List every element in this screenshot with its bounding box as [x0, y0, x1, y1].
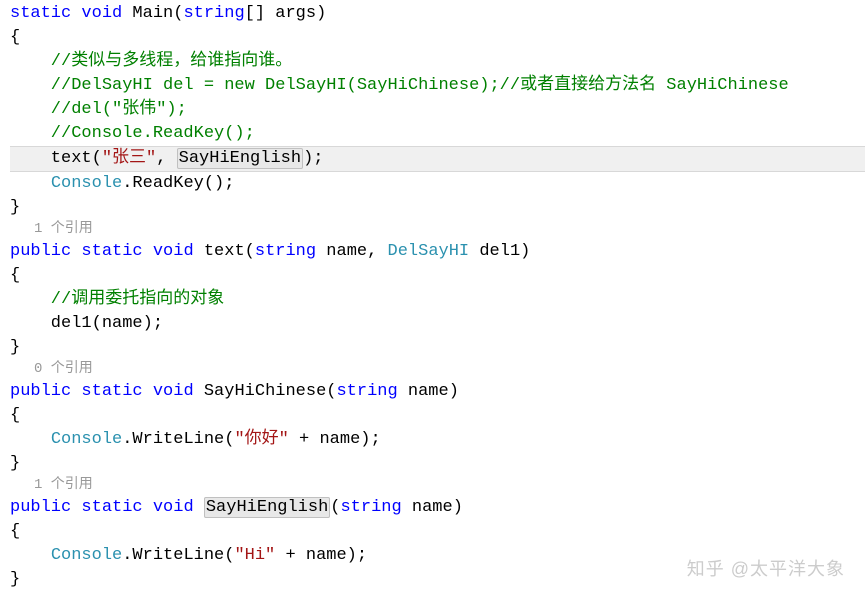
code-line[interactable]: //Console.ReadKey();: [10, 122, 865, 146]
code-editor[interactable]: static void Main(string[] args) { //类似与多…: [0, 0, 865, 592]
watermark-text: 知乎 @太平洋大象: [687, 559, 845, 579]
keyword: void: [81, 4, 122, 23]
type-name: Console: [51, 546, 122, 565]
code-text: name,: [316, 242, 387, 261]
keyword: public: [10, 382, 71, 401]
type-name: Console: [51, 174, 122, 193]
code-line[interactable]: //调用委托指向的对象: [10, 288, 865, 312]
comment: //Console.ReadKey();: [10, 124, 255, 143]
code-line[interactable]: //DelSayHI del = new DelSayHI(SayHiChine…: [10, 74, 865, 98]
code-line[interactable]: public static void text(string name, Del…: [10, 240, 865, 264]
keyword: void: [153, 382, 194, 401]
type-name: DelSayHI: [388, 242, 470, 261]
string-literal: "Hi": [234, 546, 275, 565]
code-line[interactable]: //del("张伟");: [10, 98, 865, 122]
code-text: );: [303, 149, 323, 168]
code-text: + name);: [275, 546, 367, 565]
code-line[interactable]: public static void SayHiEnglish(string n…: [10, 496, 865, 520]
code-text: .WriteLine(: [122, 430, 234, 449]
code-text: [194, 498, 204, 517]
code-line[interactable]: {: [10, 520, 865, 544]
codelens-references[interactable]: 0 个引用: [10, 360, 865, 380]
keyword: static: [81, 382, 142, 401]
keyword: string: [255, 242, 316, 261]
code-text: ,: [156, 149, 176, 168]
code-text: .WriteLine(: [122, 546, 234, 565]
comment: //调用委托指向的对象: [10, 290, 224, 309]
symbol-reference: SayHiEnglish: [204, 497, 330, 518]
keyword: public: [10, 242, 71, 261]
code-text: [] args): [245, 4, 327, 23]
comment: //del("张伟");: [10, 100, 187, 119]
method-name: text(: [194, 242, 255, 261]
watermark: 知乎 @太平洋大象: [681, 557, 845, 582]
code-line[interactable]: }: [10, 336, 865, 360]
codelens-references[interactable]: 1 个引用: [10, 220, 865, 240]
comment: //DelSayHI del = new DelSayHI(SayHiChine…: [10, 76, 789, 95]
string-literal: "张三": [102, 149, 156, 168]
code-line[interactable]: public static void SayHiChinese(string n…: [10, 380, 865, 404]
keyword: static: [81, 498, 142, 517]
comment: //类似与多线程，给谁指向谁。: [10, 52, 292, 71]
code-line[interactable]: Console.WriteLine("你好" + name);: [10, 428, 865, 452]
code-text: [10, 430, 51, 449]
code-line[interactable]: }: [10, 452, 865, 476]
code-text: [10, 174, 51, 193]
keyword: string: [340, 498, 401, 517]
code-line[interactable]: //类似与多线程，给谁指向谁。: [10, 50, 865, 74]
code-line[interactable]: del1(name);: [10, 312, 865, 336]
keyword: static: [10, 4, 71, 23]
string-literal: "你好": [234, 430, 288, 449]
code-line[interactable]: Console.ReadKey();: [10, 172, 865, 196]
keyword: string: [183, 4, 244, 23]
code-text: .ReadKey();: [122, 174, 234, 193]
code-line[interactable]: static void Main(string[] args): [10, 2, 865, 26]
code-text: (: [330, 498, 340, 517]
code-text: name): [398, 382, 459, 401]
method-name: Main(: [122, 4, 183, 23]
keyword: public: [10, 498, 71, 517]
keyword: static: [81, 242, 142, 261]
code-text: text(: [10, 149, 102, 168]
codelens-references[interactable]: 1 个引用: [10, 476, 865, 496]
code-text: [10, 546, 51, 565]
code-text: name): [402, 498, 463, 517]
symbol-reference: SayHiEnglish: [177, 148, 303, 169]
code-text: del1): [469, 242, 530, 261]
keyword: string: [336, 382, 397, 401]
code-line[interactable]: }: [10, 196, 865, 220]
type-name: Console: [51, 430, 122, 449]
method-name: SayHiChinese(: [194, 382, 337, 401]
code-line[interactable]: {: [10, 264, 865, 288]
code-line[interactable]: {: [10, 404, 865, 428]
keyword: void: [153, 498, 194, 517]
code-line[interactable]: {: [10, 26, 865, 50]
keyword: void: [153, 242, 194, 261]
code-line-current[interactable]: text("张三", SayHiEnglish);: [10, 146, 865, 172]
code-text: + name);: [289, 430, 381, 449]
